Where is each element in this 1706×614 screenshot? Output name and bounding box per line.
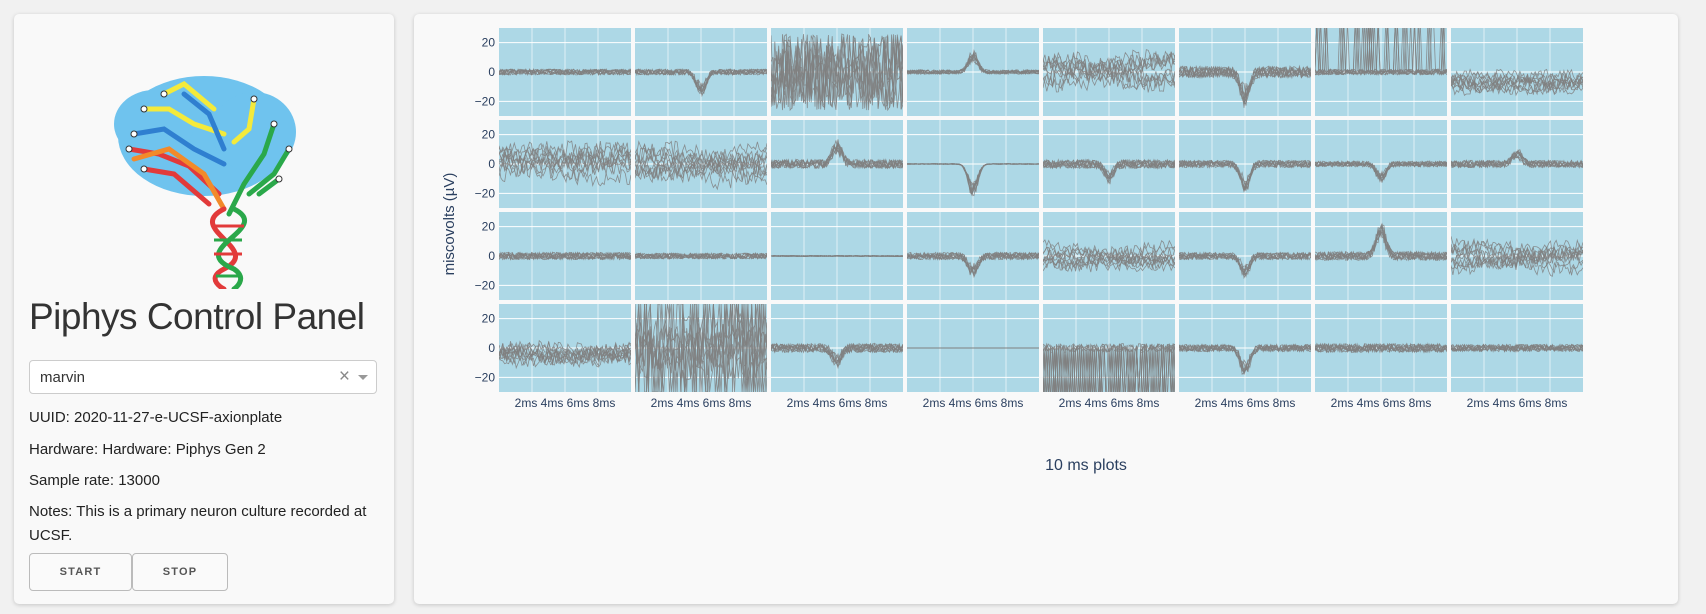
notes-text: Notes: This is a primary neuron culture … xyxy=(29,503,367,544)
trace-panel xyxy=(1179,304,1311,392)
clear-icon[interactable]: × xyxy=(339,366,350,388)
uuid-text: UUID: 2020-11-27-e-UCSF-axionplate xyxy=(29,409,283,426)
y-tick-label: −20 xyxy=(475,186,496,200)
sample-rate-text: Sample rate: 13000 xyxy=(29,472,160,489)
trace-panel xyxy=(907,28,1039,116)
trace-panel xyxy=(499,120,631,208)
trace-panel xyxy=(771,120,903,208)
trace-panel xyxy=(1179,28,1311,116)
x-tick-label: 2ms 4ms 6ms 8ms xyxy=(787,396,888,410)
trace-panel xyxy=(635,304,767,392)
brain-dna-logo xyxy=(114,76,296,289)
trace-panel xyxy=(635,212,767,300)
y-tick-label: 0 xyxy=(488,157,495,171)
x-tick-label: 2ms 4ms 6ms 8ms xyxy=(1059,396,1160,410)
y-tick-label: −20 xyxy=(475,370,496,384)
trace-panel xyxy=(635,120,767,208)
trace-panel xyxy=(1451,120,1583,208)
trace-panel xyxy=(499,304,631,392)
trace-panel xyxy=(499,212,631,300)
x-axis-label: 10 ms plots xyxy=(1045,457,1127,474)
y-tick-label: 20 xyxy=(482,312,496,326)
y-tick-label: −20 xyxy=(475,278,496,292)
x-tick-label: 2ms 4ms 6ms 8ms xyxy=(1195,396,1296,410)
trace-panel xyxy=(1315,212,1447,300)
trace-panel xyxy=(1043,120,1175,208)
x-tick-label: 2ms 4ms 6ms 8ms xyxy=(1331,396,1432,410)
x-tick-label: 2ms 4ms 6ms 8ms xyxy=(651,396,752,410)
y-tick-label: 20 xyxy=(482,36,496,50)
trace-panel xyxy=(907,304,1039,392)
trace-panel xyxy=(1043,212,1175,300)
trace-panel xyxy=(907,120,1039,208)
y-tick-label: 0 xyxy=(488,65,495,79)
y-tick-label: 0 xyxy=(488,249,495,263)
app-title: Piphys Control Panel xyxy=(29,296,365,337)
chevron-down-icon[interactable] xyxy=(358,375,368,380)
y-tick-label: 20 xyxy=(482,220,496,234)
start-button[interactable]: START xyxy=(29,553,132,591)
device-select-value: marvin xyxy=(40,369,86,386)
trace-panel xyxy=(1315,28,1447,116)
trace-panel xyxy=(1451,28,1583,116)
trace-panel xyxy=(1451,304,1583,392)
trace-panel xyxy=(1043,304,1175,392)
device-select[interactable]: marvin × xyxy=(29,360,377,394)
trace-panel xyxy=(771,304,903,392)
trace-plot-grid: 20 0 −20 20 0 −20 20 0 −20 20 0 −20 2ms 4ms 6ms 8ms 2… xyxy=(441,28,1583,474)
control-panel-card: Piphys Control Panel marvin × UUID: 2020… xyxy=(14,14,394,604)
trace-panel xyxy=(1043,28,1175,116)
trace-panel xyxy=(499,28,631,116)
trace-panel xyxy=(1179,212,1311,300)
plot-card: 20 0 −20 20 0 −20 20 0 −20 20 0 −20 2ms 4ms 6ms 8ms 2… xyxy=(414,14,1678,604)
y-tick-label: −20 xyxy=(475,94,496,108)
trace-panel xyxy=(1179,120,1311,208)
y-axis-label: miscovolts (µV) xyxy=(441,173,458,276)
y-tick-label: 20 xyxy=(482,128,496,142)
trace-panel xyxy=(771,28,903,116)
x-tick-label: 2ms 4ms 6ms 8ms xyxy=(923,396,1024,410)
trace-panel xyxy=(1315,304,1447,392)
hardware-text: Hardware: Hardware: Piphys Gen 2 xyxy=(29,441,266,458)
x-tick-label: 2ms 4ms 6ms 8ms xyxy=(515,396,616,410)
trace-panel xyxy=(1451,212,1583,300)
x-tick-label: 2ms 4ms 6ms 8ms xyxy=(1467,396,1568,410)
stop-button[interactable]: STOP xyxy=(132,553,228,591)
trace-panel xyxy=(635,28,767,116)
trace-panel xyxy=(771,212,903,300)
trace-panel xyxy=(907,212,1039,300)
trace-panel xyxy=(1315,120,1447,208)
y-tick-label: 0 xyxy=(488,341,495,355)
